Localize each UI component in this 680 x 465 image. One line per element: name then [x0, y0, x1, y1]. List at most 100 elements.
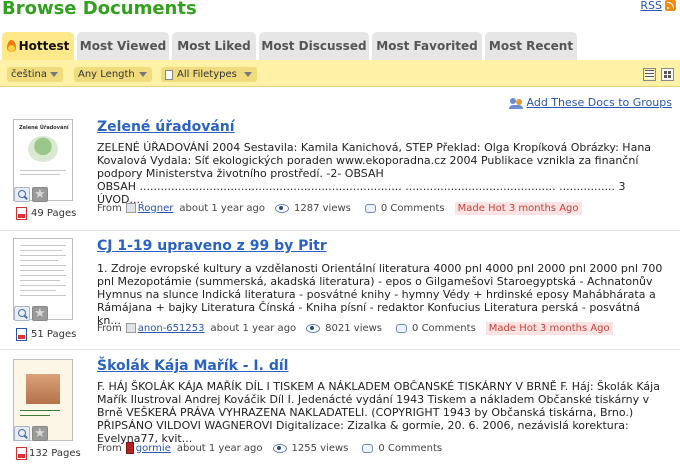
grid-view-icon[interactable]: [661, 68, 674, 81]
tab-most-viewed-label: Most Viewed: [79, 39, 167, 53]
star-icon: ★: [34, 426, 46, 441]
thumbnail-caption: Zelené Úřadování: [19, 125, 69, 131]
favorite-star-button[interactable]: ★: [32, 187, 48, 202]
language-dropdown[interactable]: čeština: [7, 67, 63, 82]
page-count: 49 Pages: [31, 208, 77, 219]
thumbnail-line: [20, 245, 66, 246]
eye-icon: [275, 203, 290, 213]
filetype-dropdown[interactable]: All Filetypes: [161, 67, 257, 82]
thumbnail-line: [20, 260, 58, 261]
document-description-text: F. HÁJ ŠKOLÁK KÁJA MAŘÍK DÍL I TISKEM A …: [97, 380, 660, 445]
document-description-text: ZELENÉ ÚŘADOVÁNÍ 2004 Sestavila: Kamila …: [97, 141, 652, 180]
thumbnail-line: [20, 275, 66, 276]
view-count: 8021 views: [325, 322, 383, 334]
made-hot-badge: Made Hot 3 months Ago: [485, 321, 613, 335]
document-description: ZELENÉ ÚŘADOVÁNÍ 2004 Sestavila: Kamila …: [97, 141, 665, 206]
tab-most-liked[interactable]: Most Liked: [172, 32, 256, 60]
length-dropdown-value: Any Length: [78, 69, 135, 80]
eye-icon: [306, 323, 321, 333]
thumbnail-line: [20, 255, 66, 256]
rss-link[interactable]: RSS: [640, 0, 662, 12]
avatar[interactable]: [125, 323, 136, 333]
from-label: From: [97, 442, 122, 454]
length-dropdown[interactable]: Any Length: [74, 67, 152, 82]
comment-count[interactable]: 0 Comments: [378, 443, 442, 454]
thumbnail-line: [20, 270, 64, 271]
thumbnail-line: [20, 410, 60, 411]
tab-most-discussed-label: Most Discussed: [261, 39, 367, 53]
tab-most-liked-label: Most Liked: [177, 39, 251, 53]
rss-icon[interactable]: [665, 0, 676, 11]
thumbnail-line: [20, 290, 56, 291]
view-count: 1255 views: [291, 442, 349, 454]
upload-time: about 1 year ago: [179, 202, 266, 214]
comment-icon: [362, 443, 374, 453]
document-meta: From anon-651253 about 1 year ago 8021 v…: [97, 321, 613, 335]
comment-count[interactable]: 0 Comments: [381, 203, 445, 214]
tab-most-viewed[interactable]: Most Viewed: [77, 32, 169, 60]
from-label: From: [97, 322, 122, 334]
tab-most-recent[interactable]: Most Recent: [485, 32, 577, 60]
language-dropdown-value: čeština: [11, 69, 48, 80]
page-count: 51 Pages: [31, 329, 77, 340]
pdf-icon: [16, 447, 27, 460]
header: Browse Documents RSS: [0, 0, 680, 30]
preview-magnify-icon[interactable]: [14, 187, 30, 202]
from-label: From: [97, 202, 122, 214]
thumbnail-line: [20, 280, 60, 281]
document-description: F. HÁJ ŠKOLÁK KÁJA MAŘÍK DÍL I TISKEM A …: [97, 380, 665, 445]
group-icon: [508, 97, 523, 109]
document-title[interactable]: CJ 1-19 upraveno z 99 by Pitr: [97, 238, 327, 254]
tab-hottest[interactable]: Hottest: [2, 32, 74, 60]
list-view-icon[interactable]: [643, 68, 656, 81]
pdf-icon: [16, 207, 27, 220]
document-icon: [165, 69, 173, 80]
user-link[interactable]: Rogner: [138, 203, 174, 214]
word-doc-icon: [16, 328, 27, 341]
page-count: 132 Pages: [29, 448, 81, 459]
tab-most-favorited-label: Most Favorited: [376, 39, 478, 53]
filetype-dropdown-value: All Filetypes: [177, 69, 237, 80]
tab-most-discussed[interactable]: Most Discussed: [259, 32, 369, 60]
document-item: ★ 51 Pages CJ 1-19 upraveno z 99 by Pitr…: [0, 231, 680, 349]
thumbnail-illustration: [26, 374, 60, 404]
document-description: 1. Zdroje evropské kultury a vzdělanosti…: [97, 262, 665, 327]
star-icon: ★: [34, 187, 46, 202]
rss-link-group[interactable]: RSS: [640, 0, 676, 12]
preview-magnify-icon[interactable]: [14, 306, 30, 321]
document-meta: From Rogner about 1 year ago 1287 views …: [97, 201, 582, 215]
document-title[interactable]: Školák Kája Mařík - I. díl: [97, 358, 288, 374]
sort-tabs: Hottest Most Viewed Most Liked Most Disc…: [0, 32, 680, 60]
thumbnail-line: [20, 174, 60, 175]
user-link[interactable]: gormie: [136, 443, 171, 454]
document-meta: From gormie about 1 year ago 1255 views …: [97, 441, 442, 455]
chevron-down-icon: [50, 72, 58, 77]
favorite-star-button[interactable]: ★: [32, 306, 48, 321]
document-description-text: 1. Zdroje evropské kultury a vzdělanosti…: [97, 262, 663, 327]
view-count: 1287 views: [294, 202, 351, 214]
thumbnail-illustration: [28, 136, 58, 162]
thumbnail-line: [20, 265, 66, 266]
avatar[interactable]: [125, 203, 136, 213]
upload-time: about 1 year ago: [176, 442, 263, 454]
eye-icon: [272, 443, 287, 453]
add-to-groups-link[interactable]: Add These Docs to Groups: [527, 96, 672, 109]
document-item: Zelené Úřadování ★ 49 Pages Zelené úřado…: [0, 112, 680, 230]
made-hot-badge: Made Hot 3 months Ago: [454, 201, 582, 215]
comment-count[interactable]: 0 Comments: [412, 323, 476, 334]
upload-time: about 1 year ago: [210, 322, 297, 334]
user-link[interactable]: anon-651253: [138, 323, 205, 334]
comment-icon: [396, 323, 408, 333]
page-title: Browse Documents: [2, 0, 197, 19]
document-item: ★ 132 Pages Školák Kája Mařík - I. díl F…: [0, 350, 680, 465]
add-to-groups[interactable]: Add These Docs to Groups: [508, 96, 672, 109]
chevron-down-icon: [244, 72, 252, 77]
preview-magnify-icon[interactable]: [14, 426, 30, 441]
tab-most-favorited[interactable]: Most Favorited: [372, 32, 482, 60]
avatar[interactable]: [125, 442, 134, 454]
document-title[interactable]: Zelené úřadování: [97, 119, 235, 135]
thumbnail-line: [20, 295, 66, 296]
thumbnail-line: [20, 170, 66, 171]
filter-bar: čeština Any Length All Filetypes: [0, 60, 680, 87]
favorite-star-button[interactable]: ★: [32, 426, 48, 441]
